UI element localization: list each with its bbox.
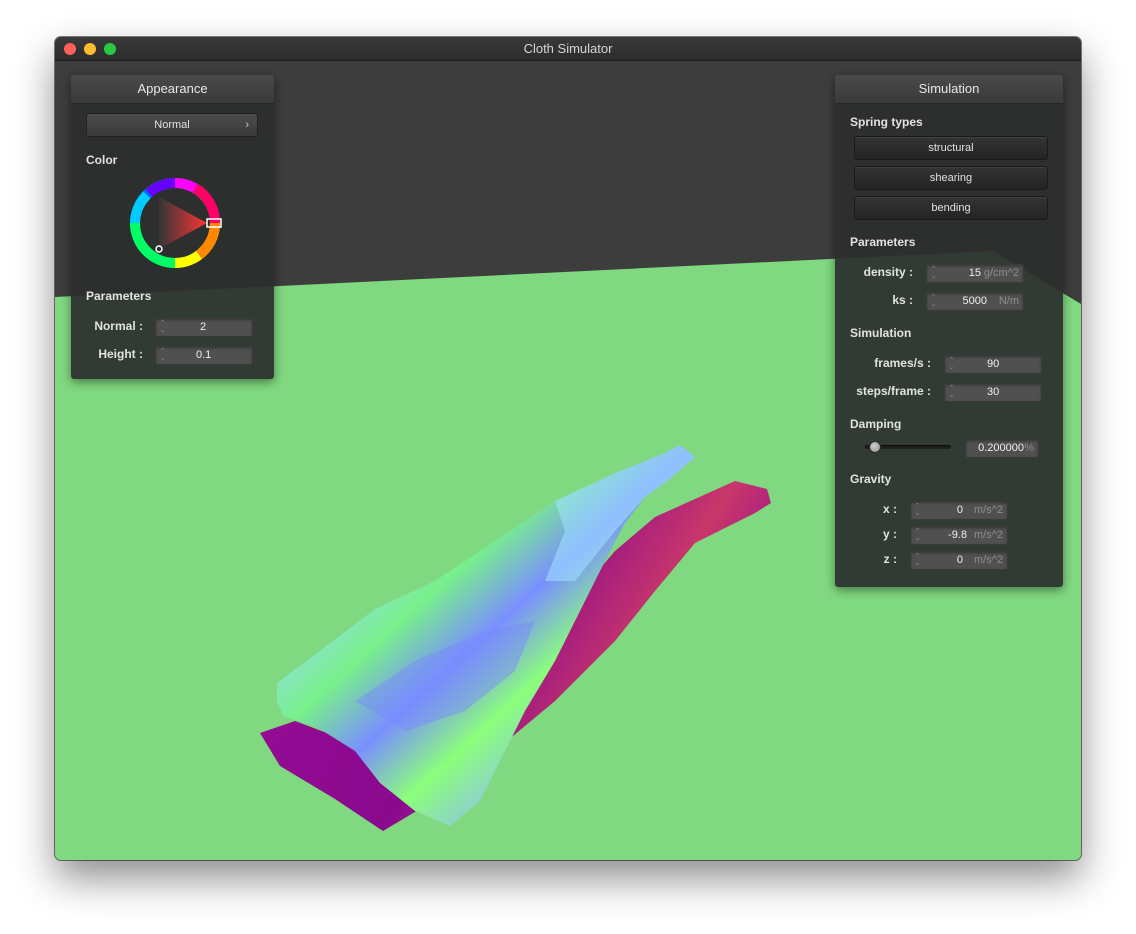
gravity-y-input[interactable]: ⌃ ⌄ -9.8 m/s^2 xyxy=(910,526,1008,545)
appearance-panel: Appearance Normal › Color Parameters Nor… xyxy=(71,75,274,379)
fps-input[interactable]: ⌃ ⌄ 90 xyxy=(944,355,1042,374)
title-bar: Cloth Simulator xyxy=(55,37,1081,61)
3d-viewport[interactable]: Appearance Normal › Color Parameters Nor… xyxy=(55,61,1081,860)
gravity-z-input[interactable]: ⌃ ⌄ 0 m/s^2 xyxy=(910,551,1008,570)
fps-label: frames/s : xyxy=(874,356,931,370)
spinner-icon[interactable]: ⌃ ⌄ xyxy=(930,266,937,280)
appearance-panel-title: Appearance xyxy=(71,75,274,104)
ks-label: ks : xyxy=(892,293,913,307)
structural-button[interactable]: structural xyxy=(854,136,1048,160)
simulation-parameters-label: Parameters xyxy=(850,235,916,249)
spinner-icon[interactable]: ⌃ ⌄ xyxy=(948,357,955,371)
spinner-icon[interactable]: ⌃ ⌄ xyxy=(914,503,921,517)
app-window: Cloth Simulator Appearance Normal › Colo… xyxy=(55,37,1081,860)
ks-input[interactable]: ⌃ ⌄ 5000 N/m xyxy=(926,292,1024,311)
height-input[interactable]: ⌃ ⌄ 0.1 xyxy=(155,346,253,365)
spinner-icon[interactable]: ⌃ ⌄ xyxy=(930,294,937,308)
density-input[interactable]: ⌃ ⌄ 15 g/cm^2 xyxy=(926,264,1024,283)
damping-label: Damping xyxy=(850,417,902,431)
chevron-right-icon: › xyxy=(245,119,249,131)
gravity-z-label: z : xyxy=(883,552,897,566)
simulation-section-label: Simulation xyxy=(850,326,912,340)
normal-input[interactable]: ⌃ ⌄ 2 xyxy=(155,318,253,337)
spinner-icon[interactable]: ⌃ ⌄ xyxy=(159,348,166,362)
spinner-icon[interactable]: ⌃ ⌄ xyxy=(914,528,921,542)
gravity-x-input[interactable]: ⌃ ⌄ 0 m/s^2 xyxy=(910,501,1008,520)
gravity-label: Gravity xyxy=(850,472,892,486)
spinner-icon[interactable]: ⌃ ⌄ xyxy=(914,553,921,567)
color-section-label: Color xyxy=(86,153,118,167)
shader-dropdown[interactable]: Normal › xyxy=(86,113,258,137)
spinner-icon[interactable]: ⌃ ⌄ xyxy=(948,385,955,399)
gravity-x-label: x : xyxy=(882,502,897,516)
color-wheel-icon[interactable] xyxy=(129,177,225,273)
shearing-button[interactable]: shearing xyxy=(854,166,1048,190)
gravity-y-label: y : xyxy=(882,527,897,541)
simulation-panel: Simulation Spring types structural shear… xyxy=(835,75,1063,587)
height-label: Height : xyxy=(98,347,143,361)
spinner-icon[interactable]: ⌃ ⌄ xyxy=(159,320,166,334)
steps-input[interactable]: ⌃ ⌄ 30 xyxy=(944,383,1042,402)
damping-input[interactable]: 0.200000 % xyxy=(965,439,1039,458)
appearance-parameters-label: Parameters xyxy=(86,289,152,303)
shader-dropdown-value: Normal xyxy=(154,119,190,131)
bending-button[interactable]: bending xyxy=(854,196,1048,220)
window-title: Cloth Simulator xyxy=(523,41,613,56)
normal-label: Normal : xyxy=(94,319,143,333)
steps-label: steps/frame : xyxy=(856,384,931,398)
damping-slider-handle[interactable] xyxy=(868,441,881,453)
simulation-panel-title: Simulation xyxy=(835,75,1063,104)
density-label: density : xyxy=(863,265,913,279)
spring-types-label: Spring types xyxy=(850,115,923,129)
